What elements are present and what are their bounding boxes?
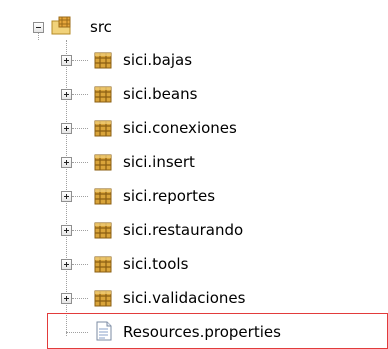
expand-toggle-sici-reportes[interactable] bbox=[61, 191, 72, 202]
expand-toggle-sici-beans[interactable] bbox=[61, 89, 72, 100]
collapse-toggle-src[interactable] bbox=[33, 22, 44, 33]
tree-package-label[interactable]: sici.tools bbox=[123, 254, 188, 274]
tree-package-label[interactable]: sici.insert bbox=[123, 152, 195, 172]
expand-toggle-sici-restaurando[interactable] bbox=[61, 225, 72, 236]
package-icon bbox=[94, 52, 112, 69]
tree-connector-file bbox=[66, 332, 88, 333]
tree-connector-package bbox=[72, 60, 88, 61]
tree-file-label[interactable]: Resources.properties bbox=[123, 322, 281, 342]
package-icon bbox=[94, 188, 112, 205]
tree-connector-package bbox=[72, 128, 88, 129]
source-folder-icon bbox=[51, 16, 71, 35]
tree-root-label[interactable]: src bbox=[90, 17, 112, 37]
expand-toggle-sici-bajas[interactable] bbox=[61, 55, 72, 66]
tree-package-label[interactable]: sici.conexiones bbox=[123, 118, 237, 138]
tree-connector-package bbox=[72, 196, 88, 197]
package-icon bbox=[94, 256, 112, 273]
expand-toggle-sici-tools[interactable] bbox=[61, 259, 72, 270]
package-icon bbox=[94, 290, 112, 307]
expand-toggle-sici-conexiones[interactable] bbox=[61, 123, 72, 134]
package-icon bbox=[94, 120, 112, 137]
tree-connector-package bbox=[72, 298, 88, 299]
expand-toggle-sici-validaciones[interactable] bbox=[61, 293, 72, 304]
expand-toggle-sici-insert[interactable] bbox=[61, 157, 72, 168]
tree-package-label[interactable]: sici.bajas bbox=[123, 50, 192, 70]
tree-package-label[interactable]: sici.reportes bbox=[123, 186, 215, 206]
tree-connector-package bbox=[72, 94, 88, 95]
package-icon bbox=[94, 222, 112, 239]
properties-file-icon bbox=[96, 321, 112, 341]
package-icon bbox=[94, 86, 112, 103]
tree-package-label[interactable]: sici.validaciones bbox=[123, 288, 245, 308]
package-icon bbox=[94, 154, 112, 171]
tree-package-label[interactable]: sici.restaurando bbox=[123, 220, 243, 240]
tree-connector-package bbox=[72, 230, 88, 231]
tree-connector-package bbox=[72, 264, 88, 265]
tree-connector-trunk bbox=[66, 40, 67, 336]
tree-connector-package bbox=[72, 162, 88, 163]
tree-connector-root bbox=[38, 32, 39, 40]
tree-package-label[interactable]: sici.beans bbox=[123, 84, 197, 104]
